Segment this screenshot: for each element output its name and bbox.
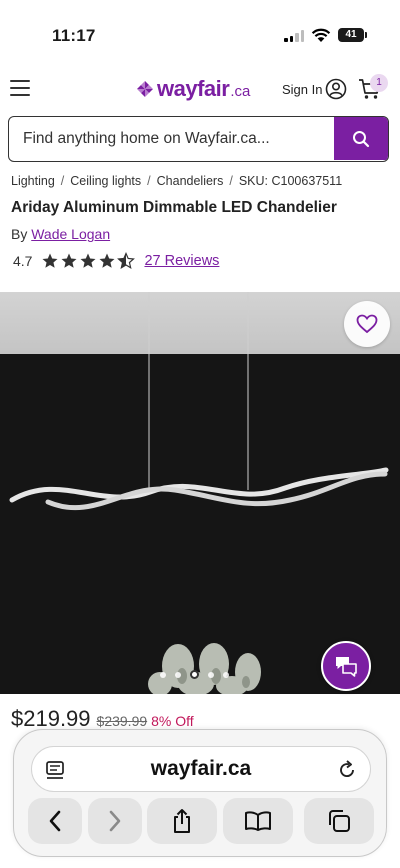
chevron-right-icon bbox=[109, 810, 121, 832]
star-icon bbox=[61, 253, 77, 268]
logo-text: wayfair bbox=[157, 76, 230, 101]
breadcrumb: Lighting / Ceiling lights / Chandeliers / SKU:… bbox=[11, 174, 343, 188]
browser-nav-row bbox=[28, 798, 374, 844]
status-bar: 11:17 41 bbox=[0, 0, 400, 62]
half-star-icon bbox=[117, 252, 136, 269]
share-button[interactable] bbox=[147, 798, 217, 844]
battery-level: 41 bbox=[345, 29, 357, 40]
chat-icon bbox=[336, 657, 357, 677]
carousel-dot[interactable] bbox=[175, 671, 181, 678]
search-bar bbox=[8, 116, 389, 162]
search-button[interactable] bbox=[334, 117, 388, 160]
sku-label: SKU: C100637511 bbox=[238, 174, 343, 188]
hamburger-icon[interactable] bbox=[10, 80, 30, 96]
cart-count-badge: 1 bbox=[370, 74, 388, 92]
discount-badge: 8% Off bbox=[151, 713, 194, 729]
product-title: Ariday Aluminum Dimmable LED Chandelier bbox=[11, 199, 337, 216]
browser-toolbar: wayfair.ca bbox=[13, 729, 387, 857]
book-icon bbox=[245, 811, 271, 831]
carousel-dot[interactable] bbox=[160, 671, 166, 678]
tabs-icon bbox=[329, 810, 350, 832]
wayfair-logo[interactable]: wayfair .ca bbox=[136, 76, 250, 102]
rating-value: 4.7 bbox=[13, 253, 33, 269]
product-image-carousel[interactable] bbox=[0, 292, 400, 694]
carousel-dots bbox=[160, 670, 238, 679]
rating-row: 4.7 27 Reviews bbox=[13, 252, 219, 270]
address-bar[interactable]: wayfair.ca bbox=[31, 746, 371, 792]
back-button[interactable] bbox=[28, 798, 82, 844]
star-icon bbox=[80, 253, 96, 268]
forward-button[interactable] bbox=[88, 798, 142, 844]
breadcrumb-item-chandeliers[interactable]: Chandeliers bbox=[157, 174, 224, 188]
chevron-left-icon bbox=[49, 810, 61, 832]
search-input[interactable] bbox=[9, 117, 334, 160]
url-text[interactable]: wayfair.ca bbox=[32, 757, 370, 781]
carousel-dot-active[interactable] bbox=[190, 670, 199, 679]
was-price: $239.99 bbox=[96, 713, 148, 729]
reviews-link[interactable]: 27 Reviews bbox=[144, 253, 219, 269]
pinwheel-logo-icon bbox=[137, 81, 153, 97]
by-label: By bbox=[11, 226, 28, 242]
carousel-dot[interactable] bbox=[208, 671, 214, 678]
site-header: wayfair .ca Sign In bbox=[0, 62, 400, 112]
logo-suffix: .ca bbox=[230, 83, 251, 100]
brand-link[interactable]: Wade Logan bbox=[31, 226, 110, 242]
status-time: 11:17 bbox=[52, 26, 96, 45]
share-icon bbox=[174, 809, 190, 833]
breadcrumb-item-lighting[interactable]: Lighting bbox=[11, 174, 55, 188]
breadcrumb-item-ceiling-lights[interactable]: Ceiling lights bbox=[70, 174, 141, 188]
star-icon bbox=[42, 253, 58, 268]
reload-icon[interactable] bbox=[336, 759, 358, 781]
search-icon bbox=[353, 130, 370, 147]
user-icon[interactable] bbox=[325, 78, 347, 100]
tabs-button[interactable] bbox=[304, 798, 374, 844]
signal-icon bbox=[284, 30, 306, 42]
chandelier-product-image bbox=[9, 292, 389, 694]
sign-in-link[interactable]: Sign In bbox=[282, 82, 322, 97]
carousel-dot[interactable] bbox=[223, 671, 229, 678]
heart-icon bbox=[356, 314, 378, 334]
star-icon bbox=[99, 253, 115, 268]
favorite-button[interactable] bbox=[344, 301, 390, 347]
bookmarks-button[interactable] bbox=[223, 798, 293, 844]
battery-icon: 41 bbox=[338, 28, 367, 42]
brand-line: By Wade Logan bbox=[11, 226, 110, 242]
wifi-icon bbox=[311, 28, 331, 42]
chat-button[interactable] bbox=[321, 641, 371, 691]
star-rating bbox=[41, 252, 136, 270]
